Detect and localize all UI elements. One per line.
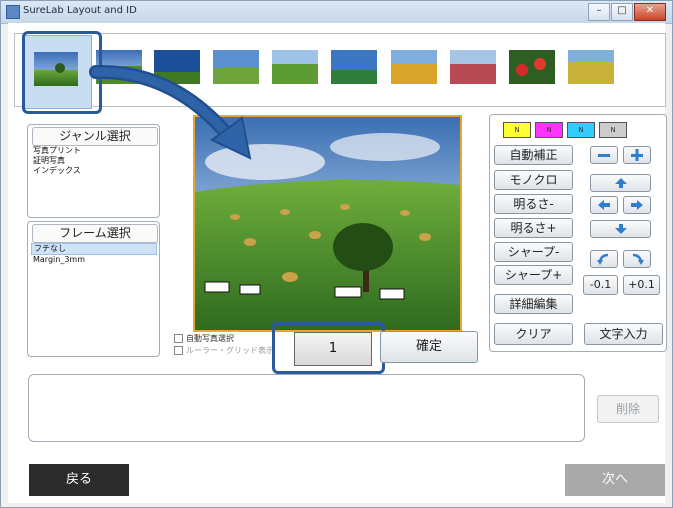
arrow-down-icon xyxy=(615,224,627,234)
auto-select-label: 自動写真選択 xyxy=(186,334,234,343)
genre-item[interactable]: インデックス xyxy=(31,166,157,176)
ruler-grid-label: ルーラー・グリッド表示 xyxy=(186,346,274,355)
preview-photo xyxy=(195,117,460,330)
auto-correct-button[interactable]: 自動補正 xyxy=(494,145,573,165)
confirm-button[interactable]: 確定 xyxy=(380,331,478,363)
color-swatch-cyan[interactable]: N xyxy=(567,122,595,138)
next-button[interactable]: 次へ xyxy=(565,464,665,496)
frame-item-selected[interactable]: フチなし xyxy=(31,243,157,255)
minimize-button[interactable]: – xyxy=(588,3,610,21)
color-swatch-magenta[interactable]: N xyxy=(535,122,563,138)
copies-callout-frame xyxy=(272,322,385,374)
move-right-button[interactable] xyxy=(623,196,651,214)
title-bar: SureLab Layout and ID – □ ✕ xyxy=(1,1,672,24)
checkbox-box[interactable] xyxy=(174,346,183,355)
sharpness-down-button[interactable]: シャープ- xyxy=(494,242,573,262)
move-up-button[interactable] xyxy=(590,174,651,192)
photo-preview[interactable] xyxy=(193,115,462,332)
maximize-button[interactable]: □ xyxy=(611,3,633,21)
minus-icon xyxy=(598,154,610,157)
auto-select-checkbox[interactable]: 自動写真選択 xyxy=(174,333,234,344)
text-input-button[interactable]: 文字入力 xyxy=(584,323,663,345)
arrow-right-icon xyxy=(631,200,643,210)
frame-item[interactable]: Margin_3mm xyxy=(31,255,157,265)
zoom-out-button[interactable] xyxy=(590,146,618,164)
rotate-minus-button[interactable]: -0.1 xyxy=(583,275,618,295)
arrow-up-icon xyxy=(615,178,627,188)
genre-item[interactable]: 写真プリント xyxy=(31,146,157,156)
back-button[interactable]: 戻る xyxy=(29,464,129,496)
plus-icon xyxy=(631,149,643,161)
brightness-up-button[interactable]: 明るさ+ xyxy=(494,218,573,238)
close-button[interactable]: ✕ xyxy=(634,3,666,21)
move-down-button[interactable] xyxy=(590,220,651,238)
monochrome-button[interactable]: モノクロ xyxy=(494,170,573,190)
delete-button[interactable]: 削除 xyxy=(597,395,659,423)
genre-item[interactable]: 証明写真 xyxy=(31,156,157,166)
color-swatch-yellow[interactable]: N xyxy=(503,122,531,138)
frame-list[interactable]: フチなし Margin_3mm xyxy=(31,243,157,265)
clear-button[interactable]: クリア xyxy=(494,323,573,345)
genre-panel: ジャンル選択 写真プリント 証明写真 インデックス xyxy=(27,124,160,218)
zoom-in-button[interactable] xyxy=(623,146,651,164)
thumbnail-callout-frame xyxy=(22,31,102,114)
detail-edit-button[interactable]: 詳細編集 xyxy=(494,294,573,314)
checkbox-box[interactable] xyxy=(174,334,183,343)
app-icon xyxy=(6,5,20,19)
brightness-down-button[interactable]: 明るさ- xyxy=(494,194,573,214)
rotate-right-icon xyxy=(632,253,644,265)
thumbnail-strip[interactable] xyxy=(14,33,666,107)
ruler-grid-checkbox[interactable]: ルーラー・グリッド表示 xyxy=(174,345,274,356)
rotate-right-button[interactable] xyxy=(623,250,651,268)
frame-panel: フレーム選択 フチなし Margin_3mm xyxy=(27,221,160,357)
window-title: SureLab Layout and ID xyxy=(23,5,137,16)
genre-list[interactable]: 写真プリント 証明写真 インデックス xyxy=(31,146,157,176)
rotate-plus-button[interactable]: +0.1 xyxy=(623,275,660,295)
color-swatch-gray[interactable]: N xyxy=(599,122,627,138)
arrow-left-icon xyxy=(598,200,610,210)
rotate-left-button[interactable] xyxy=(590,250,618,268)
move-left-button[interactable] xyxy=(590,196,618,214)
frame-panel-title: フレーム選択 xyxy=(32,224,158,243)
message-area[interactable] xyxy=(28,374,585,442)
genre-panel-title: ジャンル選択 xyxy=(32,127,158,146)
rotate-left-icon xyxy=(597,253,609,265)
sharpness-up-button[interactable]: シャープ+ xyxy=(494,265,573,285)
